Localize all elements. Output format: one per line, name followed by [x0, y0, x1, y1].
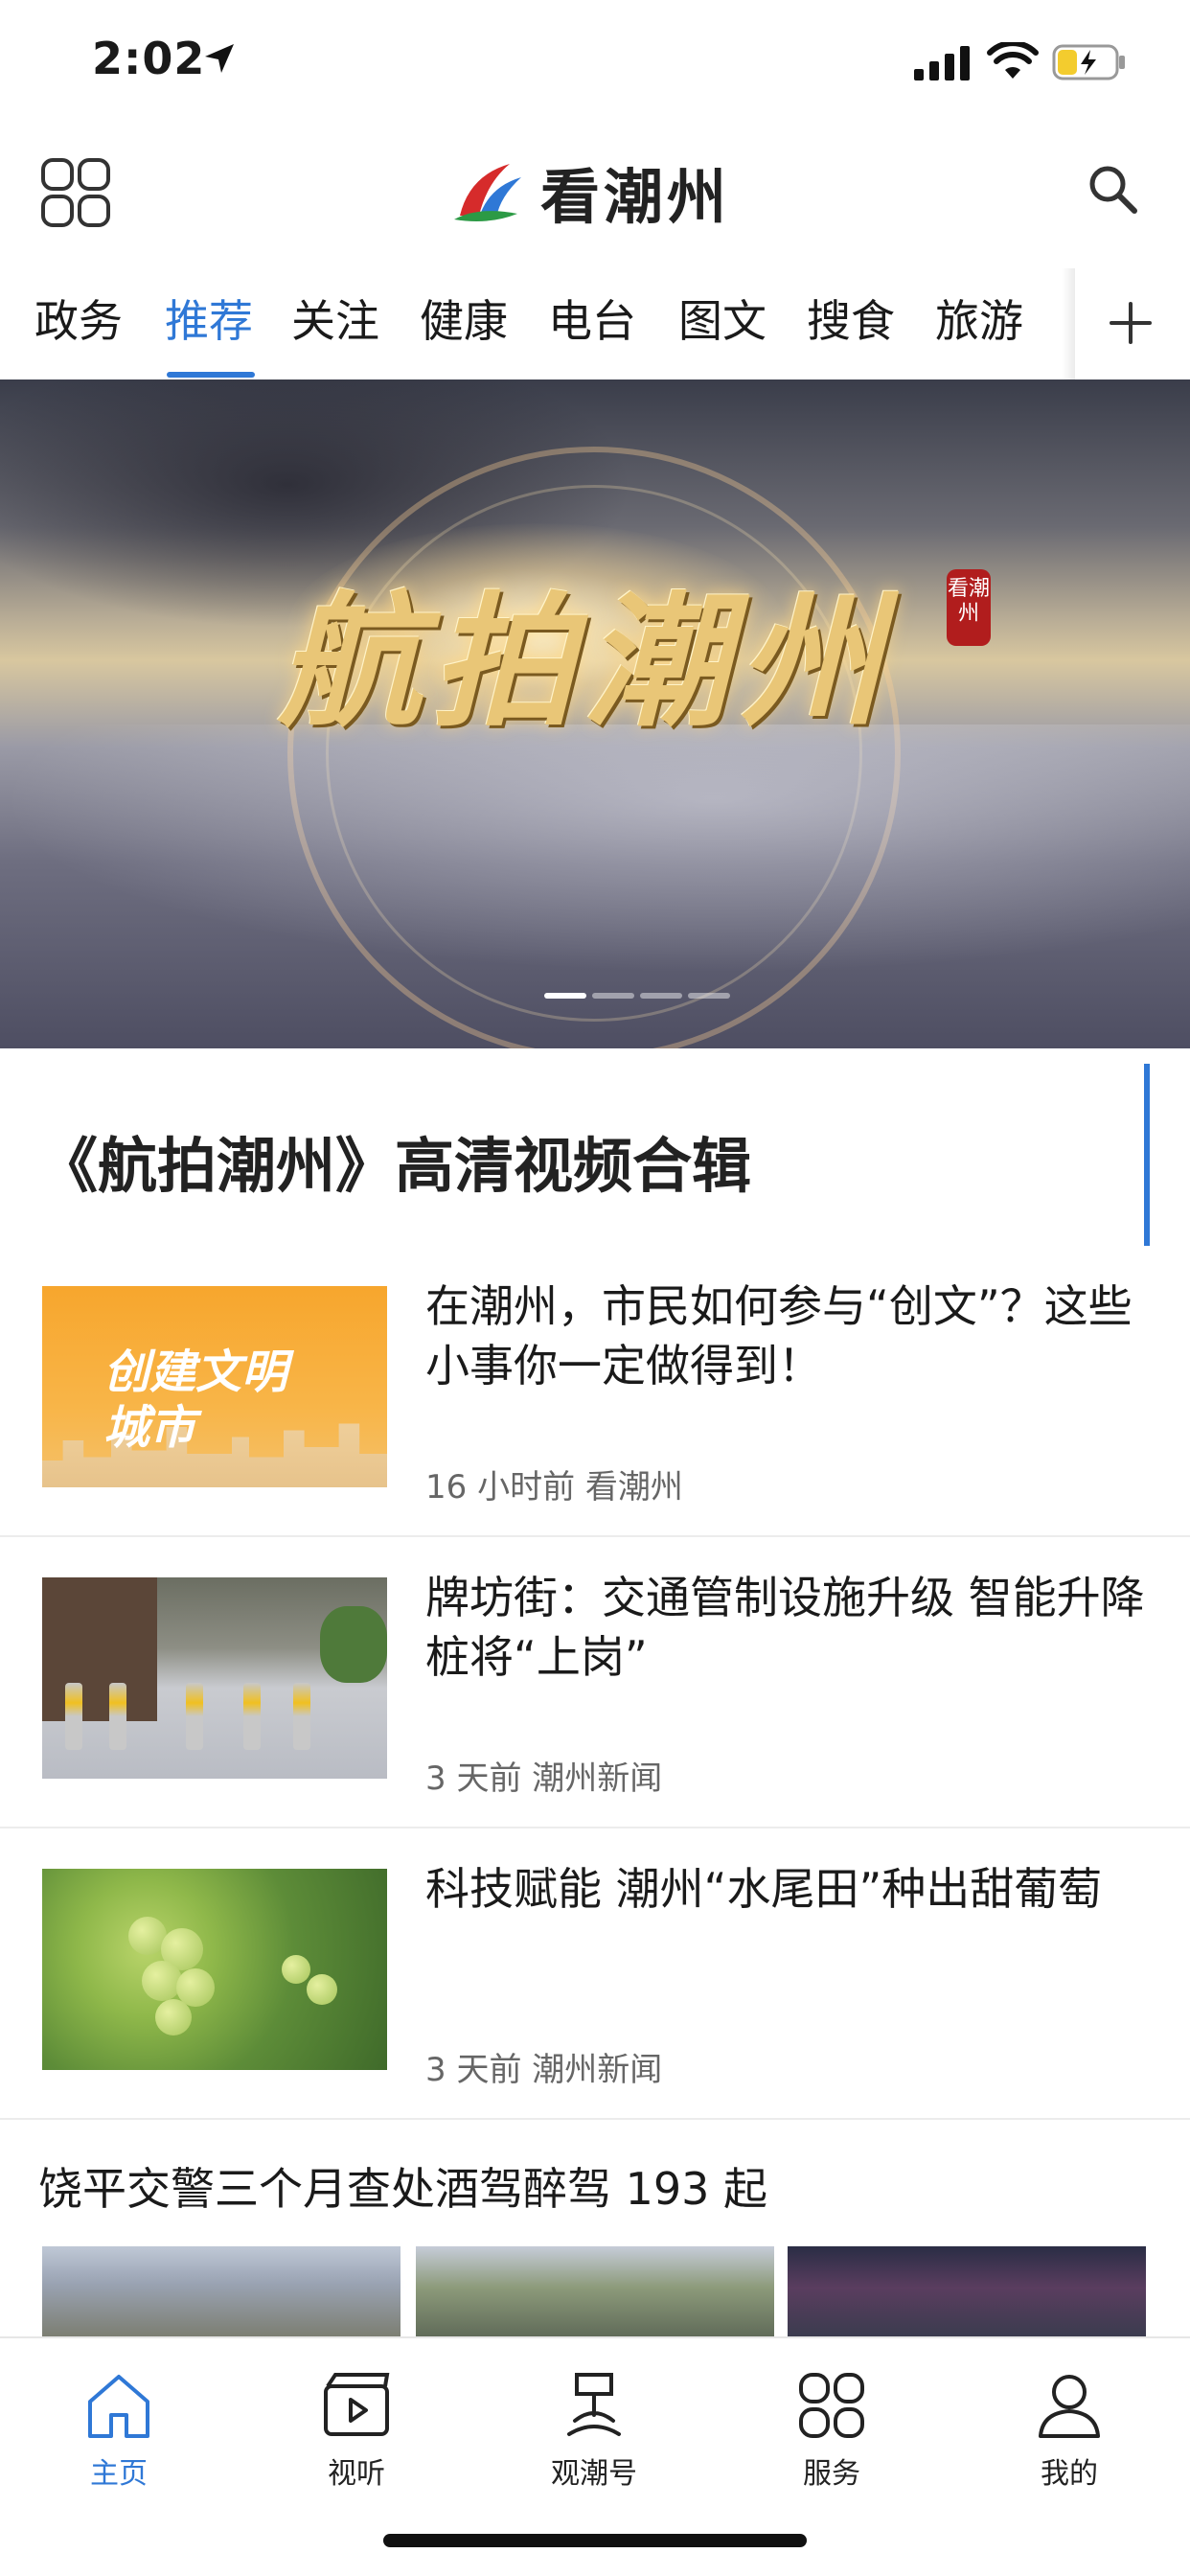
app-header: 看潮州	[0, 134, 1190, 259]
news-source: 潮州新闻	[532, 2051, 663, 2089]
tab-radio[interactable]: 电台	[548, 288, 636, 355]
tab-health[interactable]: 健康	[420, 288, 508, 355]
tabs-divider	[1062, 268, 1075, 380]
search-icon[interactable]	[1085, 161, 1142, 218]
news-title: 牌坊街：交通管制设施升级 智能升降桩将“上岗”	[425, 1572, 1145, 1683]
news-thumbnail	[42, 1577, 387, 1779]
nav-label: 观潮号	[551, 2457, 637, 2491]
signal-icon	[914, 46, 970, 80]
tab-photos[interactable]: 图文	[678, 288, 767, 355]
profile-icon	[1039, 2375, 1100, 2438]
app-name: 看潮州	[540, 162, 731, 232]
carousel-dot[interactable]	[640, 993, 682, 999]
banner-seal: 看潮州	[947, 569, 991, 646]
battery-icon	[1052, 44, 1125, 80]
add-channel-icon[interactable]	[1102, 289, 1159, 356]
news-image	[42, 2246, 400, 2338]
news-meta: 3 天前 潮州新闻	[425, 2043, 662, 2090]
carousel-dot[interactable]	[544, 993, 586, 999]
news-title: 科技赋能 潮州“水尾田”种出甜葡萄	[425, 1863, 1103, 1915]
location-arrow-icon	[205, 44, 234, 73]
nav-home[interactable]: 主页	[42, 2367, 195, 2492]
tab-following[interactable]: 关注	[291, 288, 379, 355]
menu-grid-icon[interactable]	[40, 157, 111, 228]
nav-label: 视听	[328, 2457, 385, 2491]
logo-mark-icon	[454, 164, 521, 221]
news-thumbnail: 创建文明 城市	[42, 1286, 387, 1487]
tab-travel[interactable]: 旅游	[935, 288, 1023, 355]
home-icon	[88, 2375, 149, 2438]
wifi-icon	[987, 42, 1039, 79]
section-accent-bar	[1144, 1064, 1150, 1246]
news-image	[416, 2246, 774, 2338]
video-icon	[324, 2373, 390, 2436]
nav-label: 主页	[90, 2457, 148, 2491]
nav-media[interactable]: 视听	[280, 2367, 433, 2492]
category-tabs: 政务 推荐 关注 健康 电台 图文 搜食 旅游	[0, 268, 1190, 380]
banner-title: 航拍潮州	[277, 578, 891, 747]
carousel-dot[interactable]	[688, 993, 730, 999]
nav-profile[interactable]: 我的	[993, 2367, 1146, 2492]
news-time: 3 天前	[425, 1760, 522, 1798]
account-icon	[567, 2373, 621, 2436]
nav-services[interactable]: 服务	[755, 2367, 908, 2492]
section-title: 《航拍潮州》高清视频合辑	[38, 1131, 752, 1201]
home-indicator[interactable]	[383, 2534, 807, 2547]
news-item[interactable]: 牌坊街：交通管制设施升级 智能升降桩将“上岗” 3 天前 潮州新闻	[0, 1539, 1190, 1828]
active-tab-indicator	[167, 372, 255, 378]
status-time: 2:02	[92, 33, 206, 84]
news-item[interactable]: 科技赋能 潮州“水尾田”种出甜葡萄 3 天前 潮州新闻	[0, 1830, 1190, 2120]
tab-recommended[interactable]: 推荐	[165, 288, 253, 355]
news-thumbnail	[42, 1869, 387, 2070]
tab-politics[interactable]: 政务	[34, 288, 123, 355]
app-logo: 看潮州	[450, 153, 730, 232]
tab-food[interactable]: 搜食	[807, 288, 895, 355]
news-time: 16 小时前	[425, 1468, 576, 1506]
services-icon	[799, 2373, 864, 2438]
carousel-dot[interactable]	[592, 993, 634, 999]
nav-label: 服务	[803, 2457, 860, 2491]
news-meta: 3 天前 潮州新闻	[425, 1752, 662, 1799]
news-item[interactable]: 饶平交警三个月查处酒驾醉驾 193 起	[0, 2122, 1190, 2338]
carousel-indicator	[544, 993, 730, 999]
nav-accounts[interactable]: 观潮号	[517, 2367, 671, 2492]
news-image	[788, 2246, 1146, 2338]
news-title: 在潮州，市民如何参与“创文”？这些小事你一定做得到！	[425, 1280, 1133, 1392]
news-title: 饶平交警三个月查处酒驾醉驾 193 起	[38, 2163, 768, 2215]
featured-section[interactable]: 《航拍潮州》高清视频合辑	[0, 1064, 1190, 1246]
nav-label: 我的	[1041, 2457, 1098, 2491]
news-source: 看潮州	[584, 1468, 683, 1506]
news-meta: 16 小时前 看潮州	[425, 1460, 683, 1507]
thumb-caption: 城市	[103, 1401, 196, 1455]
news-time: 3 天前	[425, 2051, 522, 2089]
news-source: 潮州新闻	[532, 1760, 663, 1798]
status-bar: 2:02	[0, 0, 1190, 126]
news-item[interactable]: 创建文明 城市 在潮州，市民如何参与“创文”？这些小事你一定做得到！ 16 小时…	[0, 1248, 1190, 1537]
